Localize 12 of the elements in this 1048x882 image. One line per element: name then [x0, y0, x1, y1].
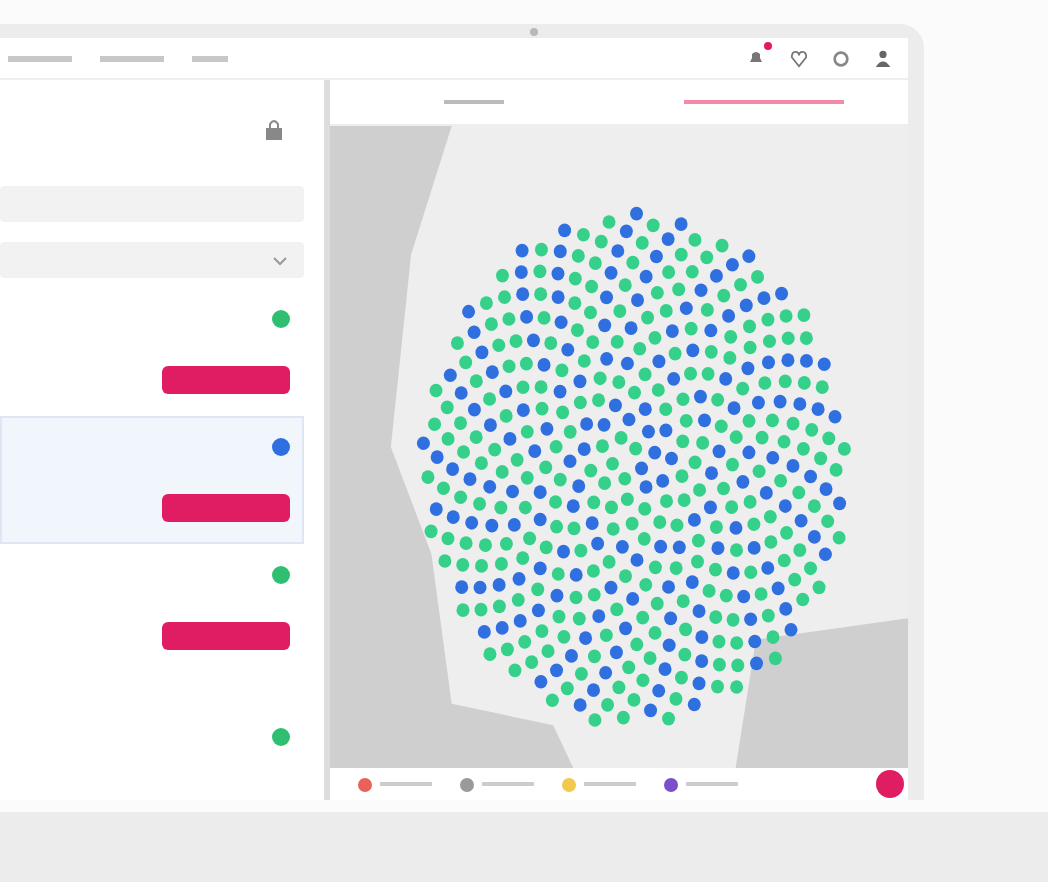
action-button[interactable]: [162, 366, 290, 395]
list-card[interactable]: [0, 416, 304, 544]
select-field[interactable]: [0, 242, 304, 278]
action-button[interactable]: [162, 494, 290, 523]
lock-icon: [264, 117, 284, 139]
action-button[interactable]: [162, 622, 290, 651]
heart-icon[interactable]: [790, 49, 808, 67]
camera-icon: [530, 27, 538, 35]
caret-icon: [272, 255, 288, 265]
bell-icon[interactable]: [746, 48, 766, 68]
user-icon[interactable]: [874, 48, 892, 68]
floating-button[interactable]: [876, 770, 904, 798]
